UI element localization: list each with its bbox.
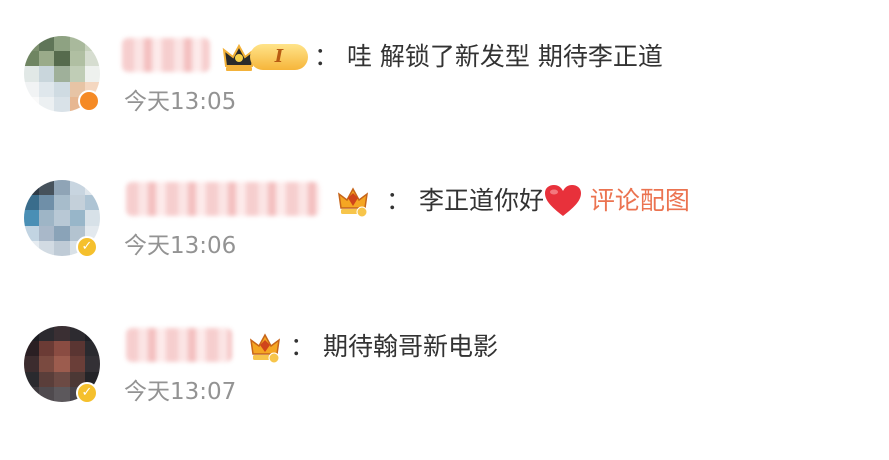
username-blurred[interactable]: [122, 38, 210, 72]
heart-emoji-icon: [544, 185, 581, 216]
crown-icon: [250, 333, 280, 364]
comment-item: ✓ ： 期待翰哥新电影 今天13:07: [0, 326, 889, 436]
comment-time: 今天13:07: [124, 379, 237, 405]
comment-item: I ： 哇 解锁了新发型 期待李正道 今天13:05: [0, 36, 889, 146]
verified-badge-icon: ✓: [76, 236, 98, 258]
comment-image-link[interactable]: 评论配图: [590, 186, 690, 215]
comment-item: ✓ ： 李正道你好 评论配图 今天13:06: [0, 180, 889, 290]
crown-icon: [338, 187, 368, 218]
comment-text: ： 哇 解锁了新发型 期待李正道: [314, 42, 663, 71]
username-blurred[interactable]: [126, 328, 232, 362]
verified-badge-icon: [78, 90, 100, 112]
comment-text: ： 期待翰哥新电影: [290, 332, 498, 361]
comment-text: ： 李正道你好 评论配图: [386, 184, 690, 218]
comment-text-content: ： 李正道你好: [386, 186, 544, 215]
level-badge: I: [250, 44, 308, 70]
username-blurred[interactable]: [126, 182, 320, 216]
comment-time: 今天13:05: [124, 89, 237, 115]
verified-badge-icon: ✓: [76, 382, 98, 404]
comment-time: 今天13:06: [124, 233, 237, 259]
